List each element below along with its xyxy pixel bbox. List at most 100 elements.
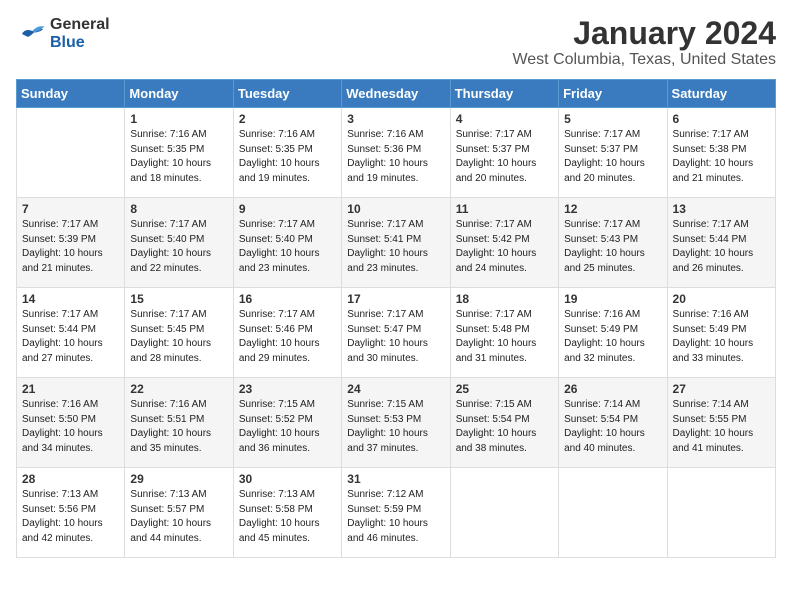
day-number: 27: [673, 382, 770, 396]
day-cell: 24 Sunrise: 7:15 AM Sunset: 5:53 PM Dayli…: [342, 378, 450, 468]
day-info: Sunrise: 7:16 AM Sunset: 5:36 PM Dayligh…: [347, 128, 444, 186]
day-info: Sunrise: 7:17 AM Sunset: 5:43 PM Dayligh…: [564, 218, 661, 276]
week-row-5: 28Sunrise: 7:13 AM Sunset: 5:56 PM Dayli…: [17, 468, 776, 558]
day-cell: [667, 468, 775, 558]
day-number: 9: [239, 202, 336, 216]
week-row-1: 1 Sunrise: 7:16 AM Sunset: 5:35 PM Daylig…: [17, 108, 776, 198]
title-block: January 2024 West Columbia, Texas, Unite…: [512, 16, 776, 69]
day-info: Sunrise: 7:15 AM Sunset: 5:54 PM Dayligh…: [456, 398, 553, 456]
day-number: 15: [130, 292, 227, 306]
day-cell: 20Sunrise: 7:16 AM Sunset: 5:49 PM Dayli…: [667, 288, 775, 378]
day-info: Sunrise: 7:17 AM Sunset: 5:40 PM Dayligh…: [239, 218, 336, 276]
day-info: Sunrise: 7:14 AM Sunset: 5:54 PM Dayligh…: [564, 398, 661, 456]
day-info: Sunrise: 7:17 AM Sunset: 5:42 PM Dayligh…: [456, 218, 553, 276]
day-cell: 16 Sunrise: 7:17 AM Sunset: 5:46 PM Dayli…: [233, 288, 341, 378]
header-cell-saturday: Saturday: [667, 80, 775, 108]
header-cell-wednesday: Wednesday: [342, 80, 450, 108]
day-info: Sunrise: 7:16 AM Sunset: 5:35 PM Dayligh…: [130, 128, 227, 186]
day-number: 17: [347, 292, 444, 306]
day-info: Sunrise: 7:17 AM Sunset: 5:37 PM Dayligh…: [456, 128, 553, 186]
day-number: 25: [456, 382, 553, 396]
day-info: Sunrise: 7:17 AM Sunset: 5:39 PM Dayligh…: [22, 218, 119, 276]
day-info: Sunrise: 7:12 AM Sunset: 5:59 PM Dayligh…: [347, 488, 444, 546]
day-cell: 11 Sunrise: 7:17 AM Sunset: 5:42 PM Dayli…: [450, 198, 558, 288]
day-number: 19: [564, 292, 661, 306]
day-info: Sunrise: 7:17 AM Sunset: 5:37 PM Dayligh…: [564, 128, 661, 186]
week-row-2: 7 Sunrise: 7:17 AM Sunset: 5:39 PM Daylig…: [17, 198, 776, 288]
calendar-subtitle: West Columbia, Texas, United States: [512, 51, 776, 69]
day-cell: 27 Sunrise: 7:14 AM Sunset: 5:55 PM Dayli…: [667, 378, 775, 468]
day-number: 29: [130, 472, 227, 486]
day-number: 5: [564, 112, 661, 126]
day-info: Sunrise: 7:17 AM Sunset: 5:48 PM Dayligh…: [456, 308, 553, 366]
day-cell: 22 Sunrise: 7:16 AM Sunset: 5:51 PM Dayli…: [125, 378, 233, 468]
day-cell: 13 Sunrise: 7:17 AM Sunset: 5:44 PM Dayli…: [667, 198, 775, 288]
day-number: 18: [456, 292, 553, 306]
day-number: 3: [347, 112, 444, 126]
day-number: 22: [130, 382, 227, 396]
header-cell-tuesday: Tuesday: [233, 80, 341, 108]
day-number: 2: [239, 112, 336, 126]
day-number: 24: [347, 382, 444, 396]
day-cell: 9 Sunrise: 7:17 AM Sunset: 5:40 PM Daylig…: [233, 198, 341, 288]
logo-general: General: [50, 16, 110, 34]
day-cell: 19Sunrise: 7:16 AM Sunset: 5:49 PM Dayli…: [559, 288, 667, 378]
day-number: 26: [564, 382, 661, 396]
day-info: Sunrise: 7:16 AM Sunset: 5:51 PM Dayligh…: [130, 398, 227, 456]
day-info: Sunrise: 7:17 AM Sunset: 5:46 PM Dayligh…: [239, 308, 336, 366]
day-number: 4: [456, 112, 553, 126]
day-cell: 6Sunrise: 7:17 AM Sunset: 5:38 PM Daylig…: [667, 108, 775, 198]
week-row-4: 21 Sunrise: 7:16 AM Sunset: 5:50 PM Dayli…: [17, 378, 776, 468]
header-cell-friday: Friday: [559, 80, 667, 108]
day-number: 7: [22, 202, 119, 216]
header-cell-sunday: Sunday: [17, 80, 125, 108]
day-info: Sunrise: 7:17 AM Sunset: 5:40 PM Dayligh…: [130, 218, 227, 276]
day-cell: 18 Sunrise: 7:17 AM Sunset: 5:48 PM Dayli…: [450, 288, 558, 378]
day-info: Sunrise: 7:16 AM Sunset: 5:49 PM Dayligh…: [673, 308, 770, 366]
day-cell: 25 Sunrise: 7:15 AM Sunset: 5:54 PM Dayli…: [450, 378, 558, 468]
day-cell: 28Sunrise: 7:13 AM Sunset: 5:56 PM Dayli…: [17, 468, 125, 558]
day-info: Sunrise: 7:17 AM Sunset: 5:47 PM Dayligh…: [347, 308, 444, 366]
day-number: 10: [347, 202, 444, 216]
day-cell: 5 Sunrise: 7:17 AM Sunset: 5:37 PM Daylig…: [559, 108, 667, 198]
day-number: 11: [456, 202, 553, 216]
day-number: 30: [239, 472, 336, 486]
day-cell: 8Sunrise: 7:17 AM Sunset: 5:40 PM Daylig…: [125, 198, 233, 288]
day-cell: 14Sunrise: 7:17 AM Sunset: 5:44 PM Dayli…: [17, 288, 125, 378]
day-info: Sunrise: 7:17 AM Sunset: 5:41 PM Dayligh…: [347, 218, 444, 276]
day-cell: 29 Sunrise: 7:13 AM Sunset: 5:57 PM Dayli…: [125, 468, 233, 558]
day-number: 31: [347, 472, 444, 486]
day-info: Sunrise: 7:13 AM Sunset: 5:57 PM Dayligh…: [130, 488, 227, 546]
day-number: 21: [22, 382, 119, 396]
day-cell: 1 Sunrise: 7:16 AM Sunset: 5:35 PM Daylig…: [125, 108, 233, 198]
calendar-table: SundayMondayTuesdayWednesdayThursdayFrid…: [16, 79, 776, 558]
day-number: 16: [239, 292, 336, 306]
logo-blue: Blue: [50, 34, 110, 52]
day-info: Sunrise: 7:16 AM Sunset: 5:50 PM Dayligh…: [22, 398, 119, 456]
day-info: Sunrise: 7:16 AM Sunset: 5:35 PM Dayligh…: [239, 128, 336, 186]
day-info: Sunrise: 7:17 AM Sunset: 5:38 PM Dayligh…: [673, 128, 770, 186]
header-row: SundayMondayTuesdayWednesdayThursdayFrid…: [17, 80, 776, 108]
day-cell: [450, 468, 558, 558]
day-cell: 4 Sunrise: 7:17 AM Sunset: 5:37 PM Daylig…: [450, 108, 558, 198]
logo-text: General Blue: [50, 16, 110, 51]
day-cell: 10 Sunrise: 7:17 AM Sunset: 5:41 PM Dayli…: [342, 198, 450, 288]
week-row-3: 14Sunrise: 7:17 AM Sunset: 5:44 PM Dayli…: [17, 288, 776, 378]
day-info: Sunrise: 7:15 AM Sunset: 5:52 PM Dayligh…: [239, 398, 336, 456]
day-cell: 17 Sunrise: 7:17 AM Sunset: 5:47 PM Dayli…: [342, 288, 450, 378]
logo-icon: [16, 19, 46, 49]
header-cell-thursday: Thursday: [450, 80, 558, 108]
day-cell: [559, 468, 667, 558]
day-info: Sunrise: 7:13 AM Sunset: 5:58 PM Dayligh…: [239, 488, 336, 546]
day-number: 13: [673, 202, 770, 216]
day-cell: [17, 108, 125, 198]
day-info: Sunrise: 7:14 AM Sunset: 5:55 PM Dayligh…: [673, 398, 770, 456]
day-cell: 3 Sunrise: 7:16 AM Sunset: 5:36 PM Daylig…: [342, 108, 450, 198]
day-cell: 30 Sunrise: 7:13 AM Sunset: 5:58 PM Dayli…: [233, 468, 341, 558]
day-info: Sunrise: 7:15 AM Sunset: 5:53 PM Dayligh…: [347, 398, 444, 456]
day-number: 28: [22, 472, 119, 486]
day-number: 23: [239, 382, 336, 396]
day-number: 1: [130, 112, 227, 126]
day-cell: 31 Sunrise: 7:12 AM Sunset: 5:59 PM Dayli…: [342, 468, 450, 558]
day-info: Sunrise: 7:17 AM Sunset: 5:44 PM Dayligh…: [673, 218, 770, 276]
